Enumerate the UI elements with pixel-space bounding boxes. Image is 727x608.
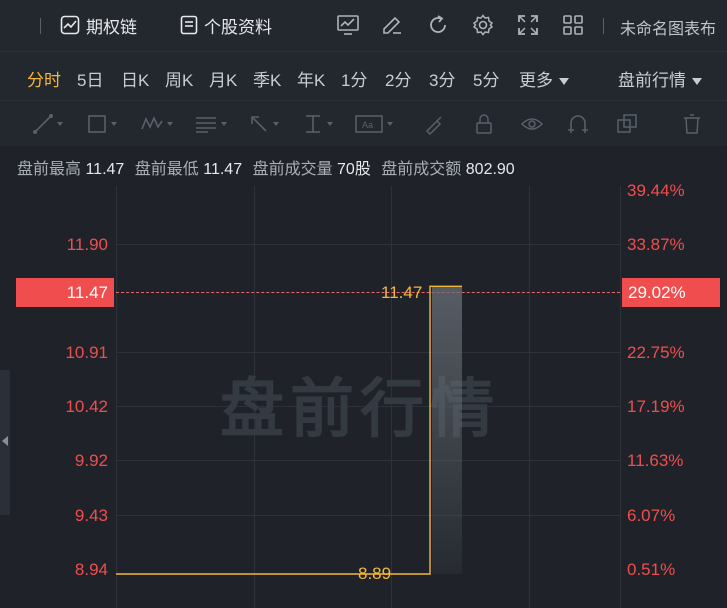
dropdown-arrow-icon bbox=[167, 122, 173, 126]
period-tab[interactable]: 日K bbox=[121, 66, 149, 91]
pattern-tool[interactable] bbox=[140, 111, 173, 137]
arrow-tool-icon bbox=[251, 116, 267, 132]
chevron-left-icon bbox=[2, 436, 8, 446]
y-axis-right-tick: 17.19% bbox=[627, 397, 685, 416]
line-tool-icon bbox=[33, 114, 53, 134]
trash-icon[interactable] bbox=[681, 111, 703, 137]
period-tab[interactable]: 周K bbox=[165, 66, 193, 91]
dropdown-arrow-icon bbox=[221, 122, 227, 126]
y-axis-right-tick: 6.07% bbox=[627, 506, 676, 525]
separator bbox=[40, 18, 41, 34]
draw-edit-icon[interactable] bbox=[380, 13, 404, 37]
y-axis-left-tick: 8.94 bbox=[74, 560, 108, 579]
lock-icon[interactable] bbox=[473, 111, 495, 137]
chart-layout-name[interactable]: 未命名图表布 bbox=[620, 15, 716, 39]
trend-line-tool[interactable] bbox=[32, 111, 63, 137]
high-label: 盘前最高 bbox=[17, 161, 82, 178]
volume-value: 70股 bbox=[337, 161, 371, 178]
layout-grid-icon[interactable] bbox=[561, 13, 585, 37]
y-axis-right-tick: 0.51% bbox=[627, 560, 676, 579]
session-dropdown[interactable]: 盘前行情 bbox=[618, 66, 702, 91]
period-tab[interactable]: 5分 bbox=[473, 66, 499, 91]
price-line bbox=[116, 285, 462, 575]
svg-text:Aa: Aa bbox=[362, 120, 373, 130]
low-value: 11.47 bbox=[203, 161, 243, 178]
period-tab[interactable]: 2分 bbox=[385, 66, 411, 91]
dropdown-arrow-icon bbox=[327, 122, 333, 126]
brush-icon[interactable] bbox=[423, 111, 445, 137]
side-panel-toggle[interactable] bbox=[0, 370, 10, 515]
price-chart[interactable] bbox=[116, 186, 620, 608]
layers-icon[interactable] bbox=[615, 111, 639, 137]
dropdown-arrow-icon bbox=[111, 122, 117, 126]
text-box-icon: Aa bbox=[355, 115, 383, 133]
period-tab[interactable]: 年K bbox=[297, 66, 325, 91]
wave-pattern-icon bbox=[141, 116, 163, 130]
amount-value: 802.90 bbox=[465, 161, 515, 178]
refresh-icon[interactable] bbox=[426, 13, 450, 37]
y-axis-right-tick: 39.44% bbox=[627, 181, 685, 200]
y-axis-left-tick: 10.91 bbox=[65, 343, 108, 362]
period-tab[interactable]: 月K bbox=[209, 66, 237, 91]
low-label: 盘前最低 bbox=[134, 161, 199, 178]
period-tab[interactable]: 5日 bbox=[77, 66, 103, 91]
y-axis-right-tick: 11.63% bbox=[627, 451, 684, 470]
eye-icon[interactable] bbox=[520, 111, 544, 137]
more-periods-dropdown[interactable]: 更多 bbox=[519, 66, 569, 91]
chart-box-icon bbox=[60, 15, 80, 35]
y-axis-left-tick: 10.42 bbox=[65, 397, 108, 416]
amount-label: 盘前成交额 bbox=[381, 161, 462, 178]
volume-bar bbox=[432, 286, 462, 574]
price-range-tool[interactable] bbox=[302, 111, 333, 137]
high-value: 11.47 bbox=[85, 161, 125, 178]
price-range-icon bbox=[306, 115, 320, 133]
dropdown-arrow-icon bbox=[273, 122, 279, 126]
options-chain-button[interactable]: 期权链 bbox=[60, 12, 137, 38]
fibonacci-tool[interactable] bbox=[194, 111, 227, 137]
point-label-high: 11.47 bbox=[381, 283, 423, 302]
chevron-down-icon bbox=[692, 78, 702, 86]
point-label-low: 8.89 bbox=[358, 564, 392, 583]
more-label: 更多 bbox=[519, 71, 553, 90]
magnet-icon[interactable] bbox=[567, 111, 589, 137]
y-axis-left-tick: 11.90 bbox=[66, 235, 108, 254]
stock-info-label: 个股资料 bbox=[204, 17, 272, 37]
y-axis-right-tick: 33.87% bbox=[627, 235, 685, 254]
fibonacci-icon bbox=[196, 117, 216, 133]
separator bbox=[603, 18, 604, 34]
chevron-down-icon bbox=[559, 78, 569, 86]
grid-line bbox=[620, 186, 621, 608]
y-axis-right-tick: 22.75% bbox=[627, 343, 685, 362]
stock-info-button[interactable]: 个股资料 bbox=[180, 12, 272, 38]
session-label: 盘前行情 bbox=[618, 71, 686, 90]
arrow-tool[interactable] bbox=[248, 111, 279, 137]
rectangle-tool[interactable] bbox=[86, 111, 117, 137]
period-tab[interactable]: 3分 bbox=[429, 66, 455, 91]
fullscreen-icon[interactable] bbox=[516, 13, 540, 37]
volume-label: 盘前成交量 bbox=[252, 161, 333, 178]
y-axis-left-tick: 9.43 bbox=[74, 506, 108, 525]
text-tool[interactable]: Aa bbox=[354, 111, 393, 137]
current-price-tag: 11.47 bbox=[16, 278, 114, 307]
rectangle-tool-icon bbox=[88, 115, 106, 133]
premarket-info-line: 盘前最高 11.47 盘前最低 11.47 盘前成交量 70股 盘前成交额 80… bbox=[17, 155, 521, 179]
document-icon bbox=[180, 15, 198, 35]
period-bar: 分时 5日 日K 周K 月K 季K 年K 1分 2分 3分 5分 更多 盘前行情 bbox=[0, 52, 727, 100]
period-tab[interactable]: 季K bbox=[253, 66, 281, 91]
current-change-tag: 29.02% bbox=[622, 278, 720, 307]
dropdown-arrow-icon bbox=[387, 122, 393, 126]
indicator-icon[interactable] bbox=[336, 13, 360, 37]
options-chain-label: 期权链 bbox=[86, 17, 137, 37]
settings-gear-icon[interactable] bbox=[471, 13, 495, 37]
top-toolbar: 期权链 个股资料 未命名图表布 bbox=[0, 0, 727, 52]
dropdown-arrow-icon bbox=[57, 122, 63, 126]
drawing-toolbar: Aa bbox=[0, 100, 727, 146]
y-axis-left-tick: 9.92 bbox=[74, 451, 108, 470]
period-tab[interactable]: 分时 bbox=[27, 66, 61, 91]
period-tab[interactable]: 1分 bbox=[341, 66, 367, 91]
